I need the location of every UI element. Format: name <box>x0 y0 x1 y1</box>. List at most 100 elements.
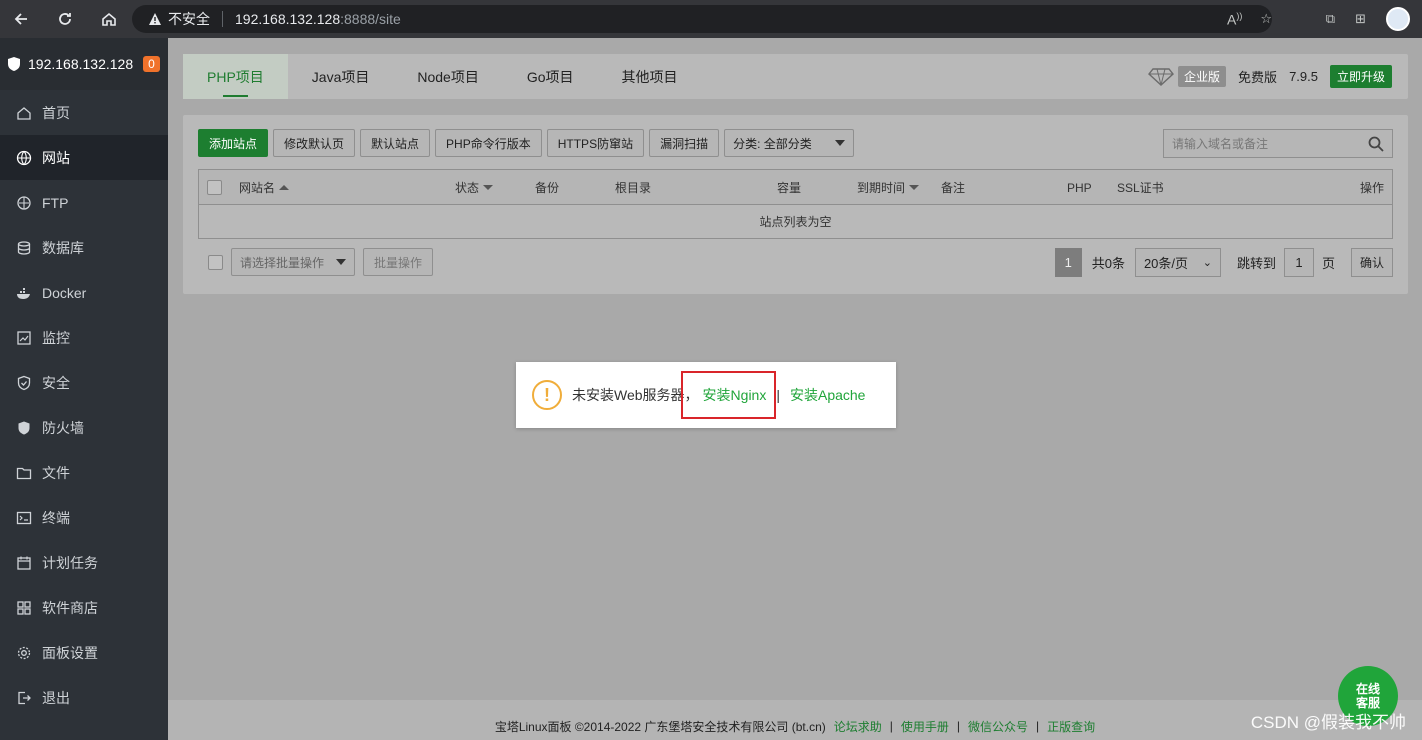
gear-icon <box>17 646 31 659</box>
category-select[interactable]: 分类: 全部分类 <box>724 129 855 157</box>
select-all-checkbox-wrap <box>207 170 222 205</box>
col-action-label: 操作 <box>1359 181 1384 195</box>
shield-logo-icon <box>8 57 20 71</box>
tab-node[interactable]: Node项目 <box>393 54 502 99</box>
enterprise-edition[interactable]: 企业版 <box>1148 66 1227 87</box>
col-remark: 备注 <box>941 170 965 205</box>
page-footer: 宝塔Linux面板 ©2014-2022 广东堡塔安全技术有限公司 (bt.cn… <box>168 700 1422 740</box>
shield-icon <box>17 375 31 390</box>
install-apache-link[interactable]: 安装Apache <box>790 385 865 405</box>
sidebar-item[interactable]: 退出 <box>0 675 168 720</box>
notice-count-badge[interactable]: 0 <box>143 56 160 72</box>
browser-toolbar: 不安全 192.168.132.128 :8888/site A)) ☆ ⧉ ⊞ <box>0 0 1422 38</box>
sidebar-item[interactable]: 数据库 <box>0 225 168 270</box>
sidebar-item[interactable]: 文件 <box>0 450 168 495</box>
copyright-text: 宝塔Linux面板 ©2014-2022 广东堡塔安全技术有限公司 (bt.cn… <box>494 719 826 734</box>
address-bar[interactable]: 不安全 192.168.132.128 :8888/site <box>132 5 1272 33</box>
security-warning[interactable]: 不安全 <box>148 9 210 29</box>
sidebar-item[interactable]: 首页 <box>0 90 168 135</box>
default-site-button[interactable]: 默认站点 <box>360 129 431 157</box>
tab-php[interactable]: PHP项目 <box>183 54 288 99</box>
col-ssl-label: SSL证书 <box>1117 181 1164 195</box>
col-root-dir-label: 根目录 <box>615 181 652 195</box>
version-number: 7.9.5 <box>1289 69 1318 84</box>
col-backup-label: 备份 <box>535 181 560 195</box>
browser-extensions: ⧉ ⊞ <box>1326 0 1410 38</box>
sidebar-item-label: 安全 <box>42 374 70 391</box>
apps-icon <box>17 600 31 615</box>
footer-link-manual[interactable]: 使用手册 <box>901 718 949 735</box>
add-site-button[interactable]: 添加站点 <box>198 129 269 157</box>
sidebar-item[interactable]: 监控 <box>0 315 168 360</box>
sidebar-item-label: 首页 <box>42 104 70 121</box>
edition-info: 企业版 免费版 7.9.5 立即升级 <box>1148 54 1392 99</box>
jump-page-input[interactable]: 1 <box>1283 248 1314 277</box>
site-panel: 添加站点 修改默认页 默认站点 PHP命令行版本 HTTPS防窜站 漏洞扫描 分… <box>183 115 1408 294</box>
footer-link-wechat[interactable]: 微信公众号 <box>968 718 1028 735</box>
favorite-star-icon[interactable]: ☆ <box>1260 11 1272 27</box>
project-tabs: PHP项目 Java项目 Node项目 Go项目 其他项目 企业版 免费版 7.… <box>183 54 1408 99</box>
sidebar-item[interactable]: 安全 <box>0 360 168 405</box>
batch-operate-button[interactable]: 批量操作 <box>363 248 434 276</box>
home-icon <box>17 106 31 120</box>
sidebar-item-label: Docker <box>42 284 87 301</box>
sort-down-icon <box>909 185 920 190</box>
col-status[interactable]: 状态 <box>455 170 494 205</box>
col-php: PHP <box>1067 170 1092 205</box>
sidebar-item[interactable]: 网站 <box>0 135 168 180</box>
back-icon[interactable] <box>8 6 34 32</box>
home-icon[interactable] <box>96 6 122 32</box>
chevron-down-icon <box>336 259 346 265</box>
jump-confirm-button[interactable]: 确认 <box>1350 248 1393 277</box>
sidebar-item[interactable]: 终端 <box>0 495 168 540</box>
folder-icon <box>16 467 32 479</box>
globe-icon <box>16 150 32 165</box>
enterprise-label: 企业版 <box>1178 66 1227 87</box>
profile-avatar[interactable] <box>1386 7 1410 31</box>
col-ssl: SSL证书 <box>1117 170 1164 205</box>
read-aloud-icon[interactable]: A)) <box>1227 11 1242 28</box>
sidebar-item-label: 计划任务 <box>42 554 98 571</box>
php-cli-version-button[interactable]: PHP命令行版本 <box>435 129 542 157</box>
tab-go[interactable]: Go项目 <box>503 54 598 99</box>
sidebar-item-label: FTP <box>42 194 69 211</box>
sidebar-item-label: 数据库 <box>42 239 84 256</box>
batch-select[interactable]: 请选择批量操作 <box>231 248 355 276</box>
sidebar-item[interactable]: 防火墙 <box>0 405 168 450</box>
collections-icon[interactable]: ⊞ <box>1355 11 1366 27</box>
col-expire[interactable]: 到期时间 <box>857 170 920 205</box>
col-capacity-label: 容量 <box>777 181 802 195</box>
reload-icon[interactable] <box>52 6 78 32</box>
per-page-select[interactable]: 20条/页 ⌄ <box>1134 248 1221 277</box>
batch-select-placeholder: 请选择批量操作 <box>240 255 325 270</box>
sidebar-item[interactable]: Docker <box>0 270 168 315</box>
sidebar-item-label: 面板设置 <box>42 644 98 661</box>
sidebar-item-label: 防火墙 <box>42 419 84 436</box>
footer-link-forum[interactable]: 论坛求助 <box>834 718 882 735</box>
site-toolbar: 添加站点 修改默认页 默认站点 PHP命令行版本 HTTPS防窜站 漏洞扫描 分… <box>198 129 855 157</box>
https-protect-button[interactable]: HTTPS防窜站 <box>546 129 645 157</box>
sidebar-item[interactable]: 面板设置 <box>0 630 168 675</box>
sidebar-item[interactable]: FTP <box>0 180 168 225</box>
free-edition-label: 免费版 <box>1238 70 1278 85</box>
vuln-scan-button[interactable]: 漏洞扫描 <box>649 129 720 157</box>
sidebar-item[interactable]: 计划任务 <box>0 540 168 585</box>
edit-default-page-button[interactable]: 修改默认页 <box>273 129 356 157</box>
select-all-checkbox[interactable] <box>207 180 222 195</box>
jump-label: 跳转到 <box>1236 256 1276 271</box>
batch-select-checkbox[interactable] <box>208 254 223 270</box>
search-icon[interactable] <box>1368 136 1384 152</box>
current-page[interactable]: 1 <box>1054 248 1082 277</box>
tab-java[interactable]: Java项目 <box>288 54 394 99</box>
upgrade-button[interactable]: 立即升级 <box>1329 65 1392 88</box>
extensions-icon[interactable]: ⧉ <box>1326 11 1335 27</box>
calendar-icon <box>17 556 31 570</box>
footer-link-license[interactable]: 正版查询 <box>1047 718 1095 735</box>
sidebar-item[interactable]: 软件商店 <box>0 585 168 630</box>
tab-other[interactable]: 其他项目 <box>598 54 702 99</box>
search-input[interactable]: 请输入域名或备注 <box>1163 129 1393 158</box>
firewall-icon <box>18 421 30 434</box>
col-site-name[interactable]: 网站名 <box>239 170 290 205</box>
sidebar-item-label: 文件 <box>42 464 70 481</box>
database-icon <box>17 240 31 255</box>
